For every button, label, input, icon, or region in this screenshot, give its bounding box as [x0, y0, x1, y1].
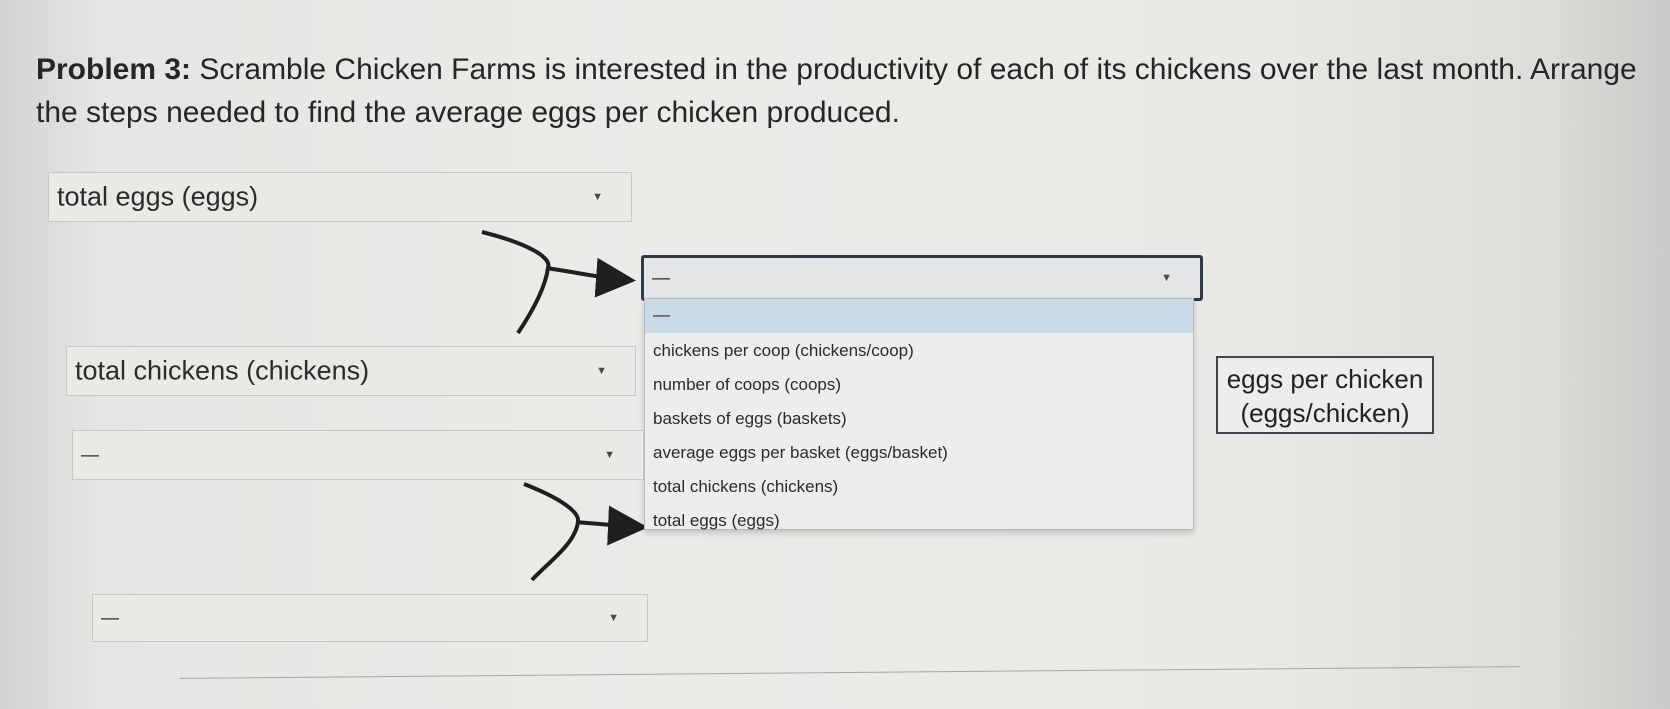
chevron-down-icon: ▼: [1161, 272, 1172, 284]
chevron-down-icon: ▼: [608, 612, 619, 624]
step-select-total-eggs[interactable]: total eggs (eggs) ▼: [48, 172, 632, 222]
result-unit: (eggs/chicken): [1240, 398, 1410, 428]
chevron-down-icon: ▼: [604, 449, 615, 461]
select-value: —: [652, 267, 670, 288]
divisor-select-open[interactable]: — ▼: [641, 255, 1203, 301]
dropdown-options-list: — chickens per coop (chickens/coop) numb…: [644, 298, 1194, 530]
chevron-down-icon: ▼: [592, 191, 603, 203]
select-value: —: [101, 607, 119, 628]
select-value: total chickens (chickens): [75, 355, 370, 386]
dropdown-option-chickens-per-coop[interactable]: chickens per coop (chickens/coop): [645, 341, 1193, 361]
step-select-fourth[interactable]: — ▼: [92, 594, 648, 642]
result-box-eggs-per-chicken: eggs per chicken (eggs/chicken): [1216, 356, 1434, 434]
step-select-third[interactable]: — ▼: [72, 430, 644, 480]
select-value: total eggs (eggs): [57, 181, 259, 212]
dropdown-option-total-chickens[interactable]: total chickens (chickens): [645, 477, 1193, 497]
top-connector-arrow-icon: [481, 230, 636, 335]
dropdown-option-average-eggs-per-basket[interactable]: average eggs per basket (eggs/basket): [645, 443, 1193, 463]
bottom-connector-arrow-icon: [523, 482, 648, 582]
select-value: —: [81, 444, 99, 465]
dropdown-option-baskets-of-eggs[interactable]: baskets of eggs (baskets): [645, 409, 1193, 429]
result-label: eggs per chicken: [1226, 364, 1424, 394]
chevron-down-icon: ▼: [596, 365, 607, 377]
dropdown-option-total-eggs[interactable]: total eggs (eggs): [645, 511, 1193, 531]
dropdown-option-placeholder[interactable]: —: [645, 299, 1193, 333]
step-select-total-chickens[interactable]: total chickens (chickens) ▼: [66, 346, 636, 396]
dropdown-option-number-of-coops[interactable]: number of coops (coops): [645, 375, 1193, 395]
